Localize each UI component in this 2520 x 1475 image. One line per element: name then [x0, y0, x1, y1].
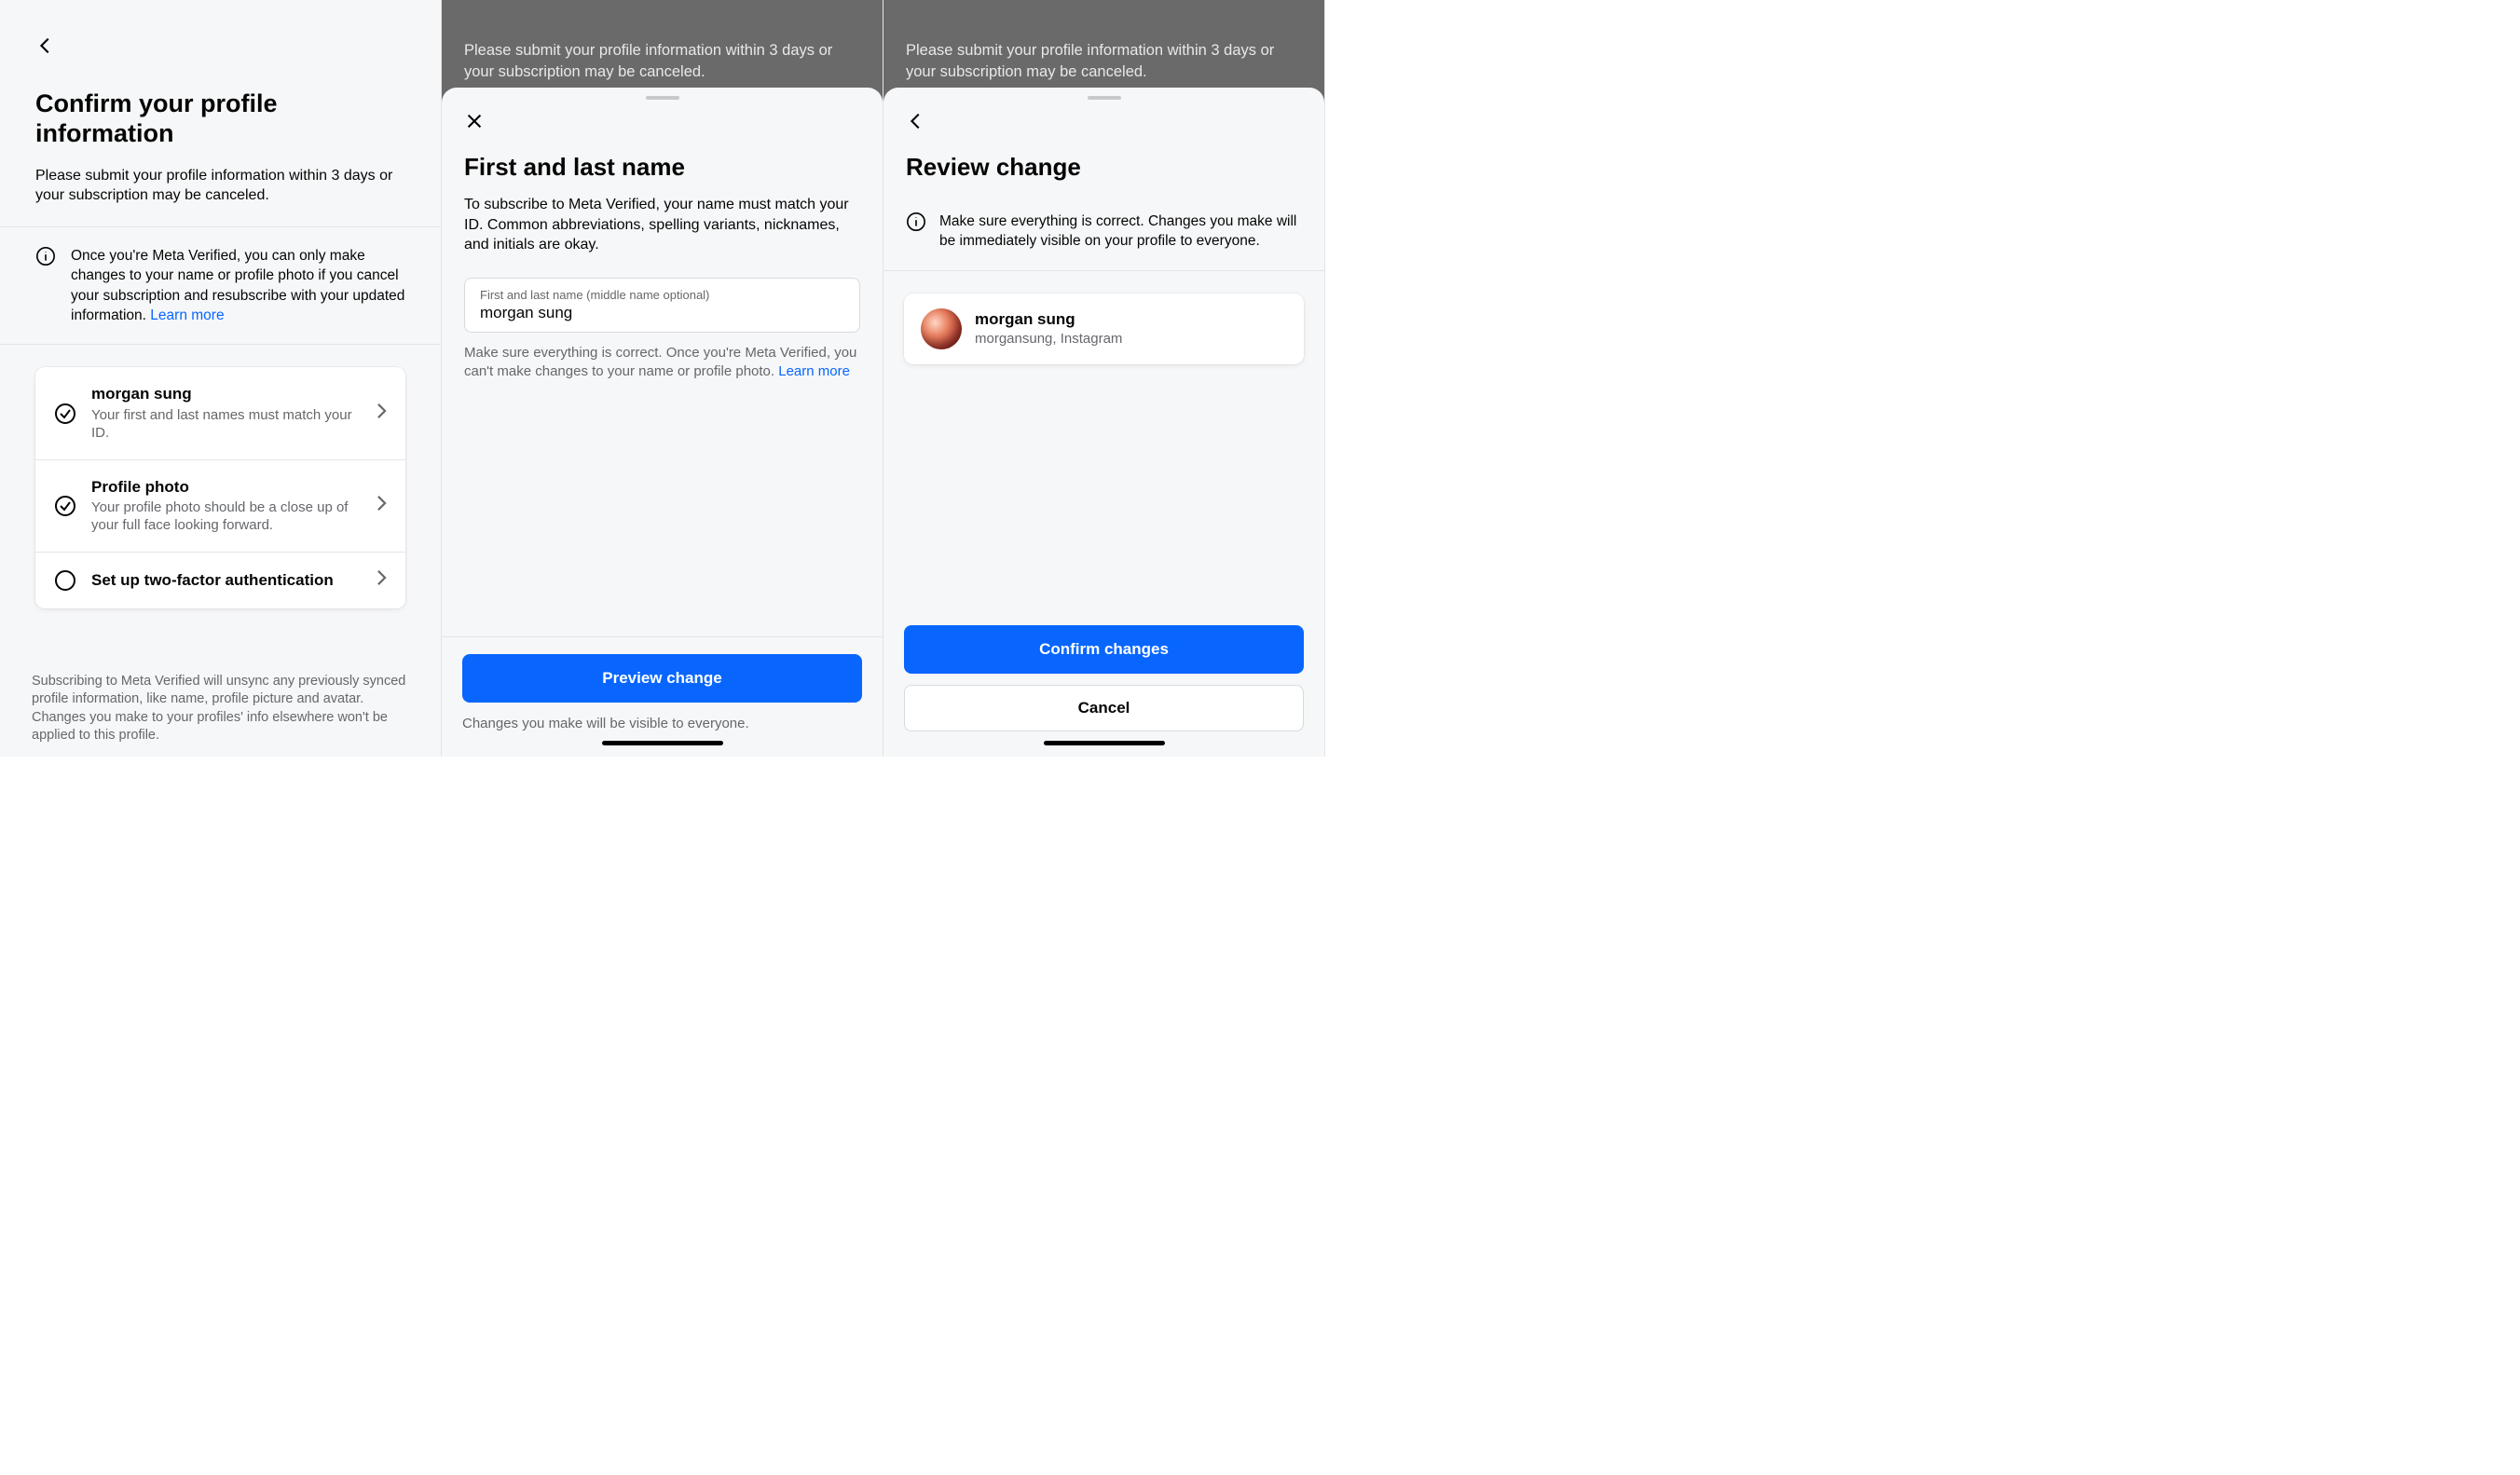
avatar [921, 308, 962, 349]
sheet-title: First and last name [464, 153, 860, 182]
close-icon[interactable] [464, 111, 485, 136]
review-change-sheet: Review change Make sure everything is co… [883, 88, 1324, 757]
item-subtitle: Your profile photo should be a close up … [91, 498, 362, 535]
checklist-item-photo[interactable]: Profile photo Your profile photo should … [35, 460, 405, 553]
checklist-card: morgan sung Your first and last names mu… [35, 367, 405, 608]
learn-more-link[interactable]: Learn more [778, 363, 850, 379]
info-banner: Once you're Meta Verified, you can only … [0, 226, 441, 346]
chevron-right-icon [377, 569, 387, 591]
name-input-wrapper[interactable]: First and last name (middle name optiona… [464, 278, 860, 333]
page-subtitle: Please submit your profile information w… [35, 166, 405, 206]
name-input[interactable] [480, 304, 844, 322]
sheet-description: To subscribe to Meta Verified, your name… [442, 195, 883, 255]
edit-name-sheet: First and last name To subscribe to Meta… [442, 88, 883, 757]
info-text-body: Once you're Meta Verified, you can only … [71, 248, 404, 323]
page-title: Confirm your profile information [35, 89, 405, 149]
check-circle-icon [54, 495, 76, 517]
profile-handle: morgansung, Instagram [975, 331, 1122, 347]
info-text: Once you're Meta Verified, you can only … [71, 246, 405, 326]
footer-disclaimer: Subscribing to Meta Verified will unsync… [0, 673, 441, 757]
home-indicator [1044, 741, 1165, 745]
backdrop-text: Please submit your profile information w… [464, 40, 860, 82]
field-note: Make sure everything is correct. Once yo… [442, 333, 883, 382]
footer-note: Changes you make will be visible to ever… [462, 716, 862, 731]
review-change-panel: Please submit your profile information w… [883, 0, 1325, 757]
item-title: morgan sung [91, 384, 362, 403]
profile-name: morgan sung [975, 310, 1122, 329]
checklist-item-name[interactable]: morgan sung Your first and last names mu… [35, 367, 405, 459]
info-icon [906, 212, 926, 252]
learn-more-link[interactable]: Learn more [150, 307, 224, 323]
item-title: Set up two-factor authentication [91, 570, 362, 590]
item-title: Profile photo [91, 477, 362, 497]
checklist-item-2fa[interactable]: Set up two-factor authentication [35, 553, 405, 608]
home-indicator [602, 741, 723, 745]
item-subtitle: Your first and last names must match you… [91, 406, 362, 443]
name-input-label: First and last name (middle name optiona… [480, 288, 844, 302]
edit-name-panel: Please submit your profile information w… [442, 0, 883, 757]
chevron-right-icon [377, 403, 387, 424]
back-icon[interactable] [906, 111, 926, 136]
info-text: Make sure everything is correct. Changes… [939, 212, 1302, 252]
preview-change-button[interactable]: Preview change [462, 654, 862, 703]
backdrop-text: Please submit your profile information w… [906, 40, 1302, 82]
chevron-right-icon [377, 495, 387, 516]
check-circle-icon [54, 403, 76, 425]
confirm-profile-panel: Confirm your profile information Please … [0, 0, 442, 757]
info-icon [35, 246, 56, 326]
cancel-button[interactable]: Cancel [904, 685, 1304, 731]
empty-circle-icon [54, 569, 76, 592]
profile-preview-card: morgan sung morgansung, Instagram [904, 294, 1304, 364]
back-icon[interactable] [35, 35, 56, 61]
confirm-changes-button[interactable]: Confirm changes [904, 625, 1304, 674]
info-banner: Make sure everything is correct. Changes… [883, 195, 1324, 271]
sheet-title: Review change [906, 153, 1302, 182]
